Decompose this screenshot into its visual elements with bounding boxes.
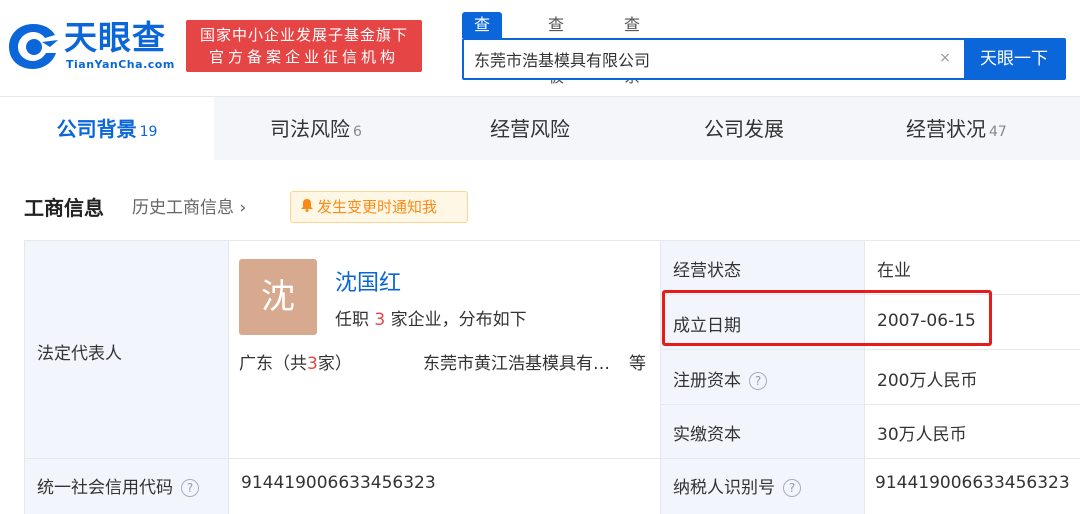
help-icon[interactable]: ? — [783, 479, 801, 497]
legal-rep-etc: 等 — [629, 354, 646, 374]
legal-rep-label-cell: 法定代表人 — [25, 241, 229, 459]
logo-title: 天眼查 — [64, 18, 166, 57]
search-button[interactable]: 天眼一下 — [964, 40, 1064, 78]
taxpayer-label-wrap: 纳税人识别号? — [673, 473, 801, 498]
desc-count[interactable]: 3 — [374, 310, 385, 330]
highlight-box — [662, 290, 992, 346]
tab-label: 公司发展 — [704, 117, 784, 141]
history-info-link[interactable]: 历史工商信息 › — [132, 194, 246, 222]
tab-label: 经营风险 — [490, 117, 570, 141]
tab-operation-status[interactable]: 经营状况 47 — [906, 97, 1007, 161]
credit-code-value: 91441900663345632 — [241, 473, 425, 493]
reg-capital-label: 注册资本 — [673, 371, 741, 391]
legal-rep-cell: 沈 沈国红 任职 3 家企业，分布如下 广东（共3家） 东莞市黄江浩基模具有限公… — [229, 241, 661, 459]
status-label-cell: 经营状态 — [661, 241, 865, 295]
taxpayer-value-cell: 914419006633456323 — [865, 459, 1080, 514]
tab-operation-risk[interactable]: 经营风险 — [490, 97, 570, 161]
tab-company-background[interactable]: 公司背景 19 — [0, 97, 214, 161]
taxpayer-value: 914419006633456323 — [875, 473, 1070, 493]
reg-capital-value-cell: 200万人民币 — [865, 350, 1080, 405]
region-suffix: 家） — [317, 354, 352, 374]
credit-code-value-wrap: 914419006633456323 — [241, 473, 436, 493]
section-title: 工商信息 — [24, 196, 104, 220]
avatar[interactable]: 沈 — [239, 259, 317, 335]
credit-code-label-cell: 统一社会信用代码? — [25, 459, 229, 514]
reg-capital-label-wrap: 注册资本? — [673, 366, 767, 391]
bell-icon — [301, 192, 313, 222]
tab-legal-risk[interactable]: 司法风险 6 — [270, 97, 362, 161]
desc-suffix: 家企业，分布如下 — [390, 310, 527, 330]
region-count: 3 — [307, 354, 318, 374]
tab-count: 6 — [353, 124, 362, 140]
chevron-right-icon: › — [239, 198, 247, 218]
notify-label: 发生变更时通知我 — [317, 198, 438, 216]
slogan-line-2: 官方备案企业征信机构 — [208, 48, 399, 66]
status-value-cell: 在业 — [865, 241, 1080, 295]
tab-count: 19 — [139, 124, 158, 140]
help-icon[interactable]: ? — [181, 479, 199, 497]
top-header: 天眼查 TianYanCha.com 国家中小企业发展子基金旗下 官方备案企业征… — [0, 0, 1080, 96]
notify-change-button[interactable]: 发生变更时通知我 — [290, 191, 468, 223]
legal-rep-description: 任职 3 家企业，分布如下 — [335, 305, 527, 330]
paid-capital-value-cell: 30万人民币 — [865, 405, 1080, 459]
search-tab-relation[interactable]: 查关系 — [624, 12, 640, 86]
search-input[interactable] — [464, 40, 924, 78]
search-tab-company[interactable]: 查公司 — [462, 12, 503, 86]
tab-label: 司法风险 — [270, 117, 350, 141]
taxpayer-label-cell: 纳税人识别号? — [661, 459, 865, 514]
reg-capital-value: 200万人民币 — [877, 371, 978, 391]
credit-code-label-wrap: 统一社会信用代码? — [37, 473, 199, 498]
slogan-badge: 国家中小企业发展子基金旗下 官方备案企业征信机构 — [186, 20, 422, 72]
status-label: 经营状态 — [673, 261, 741, 281]
legal-rep-name-link[interactable]: 沈国红 — [335, 265, 401, 297]
legal-rep-region[interactable]: 广东（共3家） — [239, 349, 352, 374]
logo-subtitle: TianYanCha.com — [66, 58, 175, 71]
business-info-table: 法定代表人 沈 沈国红 任职 3 家企业，分布如下 广东（共3家） 东莞市黄江浩… — [24, 240, 1080, 514]
paid-capital-label-cell: 实缴资本 — [661, 405, 865, 459]
taxpayer-label: 纳税人识别号 — [673, 478, 775, 498]
slogan-line-1: 国家中小企业发展子基金旗下 — [199, 26, 408, 44]
help-icon[interactable]: ? — [749, 372, 767, 390]
status-value: 在业 — [877, 261, 911, 281]
credit-code-value-cell: 914419006633456323 — [229, 459, 661, 514]
credit-code-suffix: 3 — [424, 473, 436, 493]
tab-count: 47 — [989, 124, 1007, 140]
clear-icon[interactable]: × — [936, 49, 954, 67]
desc-prefix: 任职 — [335, 310, 369, 330]
paid-capital-value: 30万人民币 — [877, 425, 967, 445]
legal-rep-company-link[interactable]: 东莞市黄江浩基模具有限公司 — [423, 349, 619, 374]
paid-capital-label: 实缴资本 — [673, 425, 741, 445]
site-logo[interactable]: 天眼查 TianYanCha.com — [6, 18, 174, 74]
tab-label: 经营状况 — [906, 117, 986, 141]
tab-company-development[interactable]: 公司发展 — [704, 97, 784, 161]
credit-code-label: 统一社会信用代码 — [37, 478, 173, 498]
company-nav-tabs: 公司背景 19 司法风险 6 经营风险 公司发展 经营状况 47 — [0, 96, 1080, 161]
reg-capital-label-cell: 注册资本? — [661, 350, 865, 405]
region-prefix: 广东（共 — [239, 354, 307, 374]
search-box: × 天眼一下 — [462, 38, 1066, 80]
tab-label: 公司背景 — [56, 117, 137, 141]
history-link-label: 历史工商信息 — [132, 198, 234, 218]
legal-rep-label: 法定代表人 — [37, 344, 122, 364]
search-tab-boss[interactable]: 查老板 — [548, 12, 564, 86]
eye-logo-icon — [9, 24, 58, 69]
